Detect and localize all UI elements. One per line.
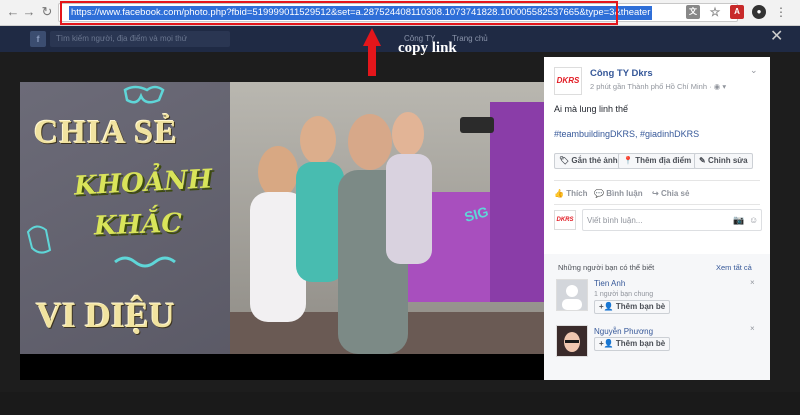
- pdf-icon[interactable]: A: [730, 5, 744, 19]
- friend-name[interactable]: Nguyễn Phương: [594, 327, 653, 336]
- facebook-logo-icon[interactable]: f: [30, 31, 46, 47]
- tag-photo-label: Gắn thẻ ảnh: [571, 156, 618, 165]
- profile-photo-icon: [557, 326, 587, 356]
- post-caption: Ai mà lung linh thế: [554, 104, 629, 114]
- extension-icons: 文 ☆ A ● ⋮: [686, 5, 788, 19]
- camera-icon[interactable]: 📷: [733, 215, 744, 226]
- comment-input[interactable]: Viết bình luận... 📷 ☺: [582, 209, 762, 231]
- friend-avatar[interactable]: [556, 279, 588, 311]
- like-label: Thích: [566, 189, 588, 198]
- menu-icon[interactable]: ⋮: [774, 5, 788, 19]
- add-friend-icon: +👤: [599, 302, 614, 311]
- comment-label: Bình luận: [606, 189, 643, 198]
- post-hashtags[interactable]: #teambuildingDKRS, #giadinhDKRS: [554, 129, 699, 139]
- suggestions-title: Những người bạn có thể biết: [558, 263, 655, 272]
- photo-title-line3: KHẮC: [93, 208, 183, 242]
- translate-icon[interactable]: 文: [686, 5, 700, 19]
- share-button[interactable]: ↪ Chia sẻ: [652, 189, 689, 198]
- like-button[interactable]: 👍 Thích: [554, 189, 588, 198]
- post-options-chevron-icon[interactable]: ⌄: [750, 65, 758, 76]
- privacy-globe-icon[interactable]: ◉ ▾: [714, 82, 726, 91]
- facebook-search-input[interactable]: Tìm kiếm người, địa điểm và mọi thứ: [50, 31, 230, 47]
- add-friend-label: Thêm bạn bè: [615, 339, 666, 348]
- friend-avatar[interactable]: [556, 325, 588, 357]
- sticker-icon[interactable]: ☺: [749, 215, 758, 225]
- forward-icon[interactable]: →: [22, 5, 36, 19]
- add-friend-button[interactable]: +👤 Thêm bạn bè: [594, 300, 671, 314]
- photo-title-line4: VI DIỆU: [36, 295, 176, 335]
- divider: [554, 180, 760, 181]
- url-highlight-box: [60, 1, 618, 25]
- comment-button[interactable]: 💬 Bình luận: [594, 189, 643, 198]
- reload-icon[interactable]: ↻: [40, 5, 54, 19]
- edit-label: Chỉnh sửa: [707, 156, 748, 165]
- divider: [554, 204, 760, 205]
- add-friend-button[interactable]: +👤 Thêm bạn bè: [594, 337, 671, 351]
- post-meta-text: 2 phút gần Thành phố Hồ Chí Minh ·: [590, 82, 714, 91]
- add-friend-icon: +👤: [599, 339, 614, 348]
- photo-title-line1: CHIA SẺ: [34, 114, 178, 151]
- commenter-avatar: DKRS: [554, 210, 576, 230]
- add-friend-label: Thêm bạn bè: [615, 302, 666, 311]
- see-all-link[interactable]: Xem tất cả: [716, 263, 752, 272]
- back-icon[interactable]: ←: [6, 5, 20, 19]
- background-feed: [0, 392, 800, 415]
- comment-placeholder: Viết bình luận...: [587, 216, 643, 225]
- header-home-link[interactable]: Trang chủ: [452, 34, 488, 43]
- people-you-may-know: [544, 254, 770, 380]
- share-label: Chia sẻ: [660, 189, 690, 198]
- pencil-icon: ✎: [699, 156, 706, 165]
- mutual-friends: 1 người bạn chung: [594, 291, 654, 298]
- add-location-button[interactable]: 📍 Thêm địa điểm: [618, 153, 697, 169]
- extension-icon[interactable]: ●: [752, 5, 766, 19]
- star-icon[interactable]: ☆: [708, 5, 722, 19]
- friend-name[interactable]: Tien Anh: [594, 279, 625, 288]
- tag-icon: 🏷: [559, 156, 570, 165]
- default-person-icon: [562, 285, 582, 310]
- copy-link-label: copy link: [398, 40, 457, 56]
- post-meta: 2 phút gần Thành phố Hồ Chí Minh · ◉ ▾: [590, 82, 726, 91]
- dismiss-icon[interactable]: ×: [750, 278, 755, 287]
- photo-footer: [20, 354, 544, 380]
- add-location-label: Thêm địa điểm: [635, 156, 692, 165]
- page-avatar[interactable]: DKRS: [554, 67, 582, 95]
- location-pin-icon: 📍: [623, 156, 633, 165]
- close-icon[interactable]: ✕: [770, 26, 783, 46]
- page-name-link[interactable]: Công TY Dkrs: [590, 68, 653, 79]
- dismiss-icon[interactable]: ×: [750, 324, 755, 333]
- edit-button[interactable]: ✎ Chỉnh sửa: [694, 153, 753, 169]
- photo-viewer[interactable]: SIG CHIA SẺ KHOẢNH KHẮC VI DIỆU: [20, 82, 544, 354]
- post-details-panel: DKRS Công TY Dkrs 2 phút gần Thành phố H…: [544, 57, 770, 380]
- up-arrow-icon: [363, 28, 381, 76]
- tag-photo-button[interactable]: 🏷 Gắn thẻ ảnh: [554, 153, 623, 169]
